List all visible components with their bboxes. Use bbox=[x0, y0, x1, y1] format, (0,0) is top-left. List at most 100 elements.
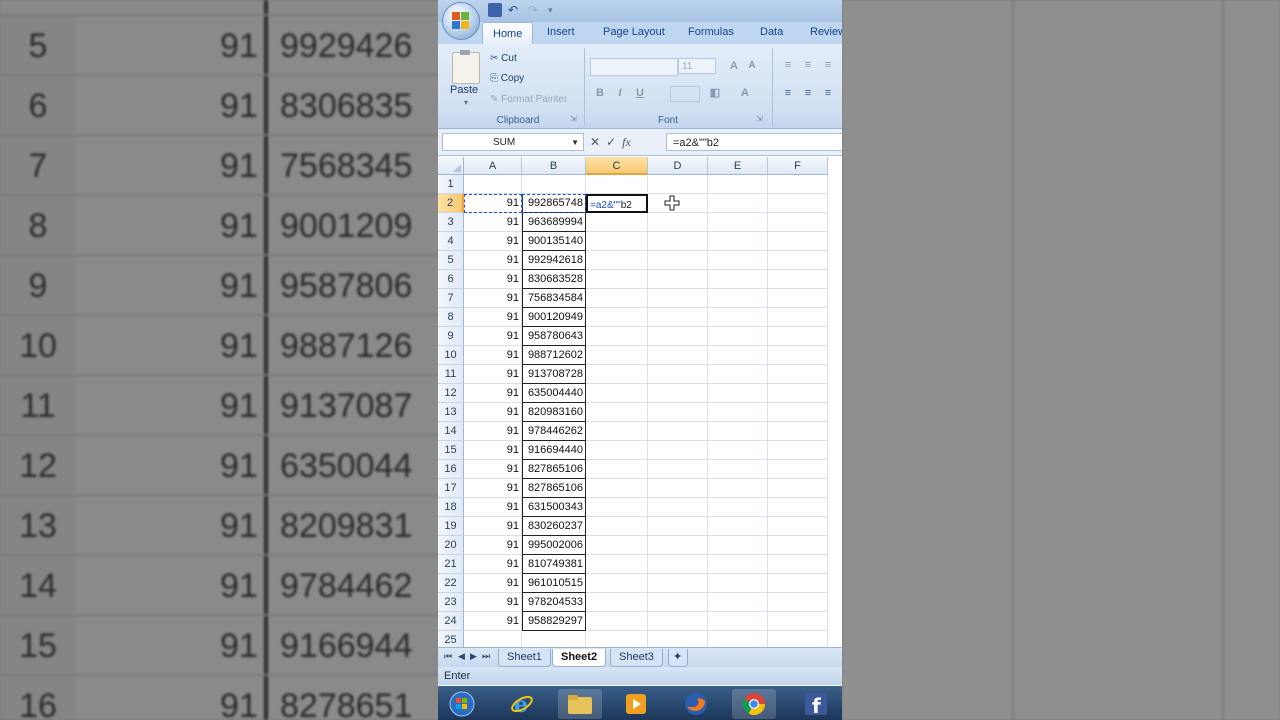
column-header-d[interactable]: D bbox=[648, 157, 708, 175]
cell-c[interactable] bbox=[586, 232, 648, 251]
row-header[interactable]: 17 bbox=[438, 479, 464, 498]
cancel-icon[interactable]: ✕ bbox=[590, 135, 600, 149]
cell-f[interactable] bbox=[768, 612, 828, 631]
format-painter-button[interactable]: ✎ Format Painter bbox=[490, 94, 567, 105]
cell-b[interactable] bbox=[522, 175, 586, 194]
cell-d[interactable] bbox=[648, 289, 708, 308]
cell-d[interactable] bbox=[648, 574, 708, 593]
row-header[interactable]: 2 bbox=[438, 194, 464, 213]
row-header[interactable]: 11 bbox=[438, 365, 464, 384]
cell-b[interactable]: 900120949 bbox=[522, 308, 586, 327]
row-header[interactable]: 24 bbox=[438, 612, 464, 631]
active-cell-c2[interactable]: =a2&""b2 bbox=[586, 194, 648, 213]
cell-b[interactable]: 820983160 bbox=[522, 403, 586, 422]
cell-c[interactable] bbox=[586, 574, 648, 593]
borders-icon[interactable] bbox=[670, 86, 700, 102]
select-all-corner[interactable] bbox=[438, 157, 464, 175]
cell-d[interactable] bbox=[648, 460, 708, 479]
cell-b[interactable]: 992942618 bbox=[522, 251, 586, 270]
cell-c[interactable] bbox=[586, 384, 648, 403]
column-header-e[interactable]: E bbox=[708, 157, 768, 175]
cell-d[interactable] bbox=[648, 441, 708, 460]
cell-e[interactable] bbox=[708, 441, 768, 460]
cell-f[interactable] bbox=[768, 517, 828, 536]
first-sheet-icon[interactable]: ⏮ bbox=[444, 651, 452, 662]
tab-home[interactable]: Home bbox=[482, 22, 534, 45]
row-header[interactable]: 23 bbox=[438, 593, 464, 612]
cell-c[interactable] bbox=[586, 308, 648, 327]
cell-a[interactable]: 91 bbox=[464, 327, 522, 346]
cell-b[interactable]: 958780643 bbox=[522, 327, 586, 346]
cell-b[interactable]: 913708728 bbox=[522, 365, 586, 384]
undo-icon[interactable]: ↶ bbox=[508, 3, 522, 17]
underline-button[interactable]: U bbox=[632, 86, 648, 100]
cell-c[interactable] bbox=[586, 555, 648, 574]
cell-b[interactable]: 995002006 bbox=[522, 536, 586, 555]
cell-c[interactable] bbox=[586, 517, 648, 536]
cell-b[interactable]: 916694440 bbox=[522, 441, 586, 460]
cell-c[interactable] bbox=[586, 327, 648, 346]
cell-a[interactable]: 91 bbox=[464, 517, 522, 536]
cell-e[interactable] bbox=[708, 555, 768, 574]
sheet-tab-sheet3[interactable]: Sheet3 bbox=[610, 649, 663, 667]
cell-d[interactable] bbox=[648, 479, 708, 498]
grow-font-icon[interactable]: A bbox=[726, 59, 742, 73]
column-header-a[interactable]: A bbox=[464, 157, 522, 175]
cell-a[interactable]: 91 bbox=[464, 460, 522, 479]
cell-e[interactable] bbox=[708, 403, 768, 422]
tab-data[interactable]: Data bbox=[760, 26, 783, 38]
cell-e[interactable] bbox=[708, 232, 768, 251]
row-header[interactable]: 20 bbox=[438, 536, 464, 555]
cell-b[interactable]: 756834584 bbox=[522, 289, 586, 308]
cell-e[interactable] bbox=[708, 175, 768, 194]
cell-d[interactable] bbox=[648, 232, 708, 251]
italic-button[interactable]: I bbox=[612, 86, 628, 100]
cell-f[interactable] bbox=[768, 232, 828, 251]
cell-e[interactable] bbox=[708, 327, 768, 346]
cell-d[interactable] bbox=[648, 517, 708, 536]
tab-review[interactable]: Review bbox=[810, 26, 842, 38]
cell-d[interactable] bbox=[648, 555, 708, 574]
row-header[interactable]: 7 bbox=[438, 289, 464, 308]
cell-a[interactable]: 91 bbox=[464, 270, 522, 289]
cell-f[interactable] bbox=[768, 555, 828, 574]
clipboard-launcher-icon[interactable]: ⇲ bbox=[570, 114, 577, 123]
insert-sheet-icon[interactable]: ✦ bbox=[668, 649, 688, 667]
cell-d[interactable] bbox=[648, 365, 708, 384]
formula-input[interactable]: =a2&""b2 bbox=[666, 133, 842, 151]
cell-c[interactable] bbox=[586, 479, 648, 498]
paste-dropdown-icon[interactable]: ▾ bbox=[464, 98, 468, 107]
sheet-tab-sheet2[interactable]: Sheet2 bbox=[552, 649, 607, 667]
cell-a[interactable] bbox=[464, 175, 522, 194]
next-sheet-icon[interactable]: ▶ bbox=[470, 651, 477, 662]
align-top-icon[interactable]: ≡ bbox=[780, 58, 796, 72]
cell-d[interactable] bbox=[648, 346, 708, 365]
column-header-c[interactable]: C bbox=[586, 157, 648, 175]
cell-b[interactable]: 988712602 bbox=[522, 346, 586, 365]
fill-color-icon[interactable]: ◧ bbox=[706, 86, 724, 100]
bold-button[interactable]: B bbox=[592, 86, 608, 100]
cell-b[interactable]: 961010515 bbox=[522, 574, 586, 593]
font-color-icon[interactable]: A bbox=[736, 86, 754, 100]
cell-e[interactable] bbox=[708, 517, 768, 536]
font-name-box[interactable] bbox=[590, 58, 678, 76]
facebook-icon[interactable]: f bbox=[794, 689, 838, 719]
cell-f[interactable] bbox=[768, 384, 828, 403]
cell-e[interactable] bbox=[708, 460, 768, 479]
cell-f[interactable] bbox=[768, 289, 828, 308]
align-right-icon[interactable]: ≡ bbox=[820, 86, 836, 100]
ie-icon[interactable]: e bbox=[500, 689, 544, 719]
name-box[interactable]: SUM ▼ bbox=[442, 133, 584, 151]
cell-a[interactable]: 91 bbox=[464, 251, 522, 270]
cell-d[interactable] bbox=[648, 308, 708, 327]
cell-a[interactable]: 91 bbox=[464, 213, 522, 232]
cell-f[interactable] bbox=[768, 498, 828, 517]
cell-b[interactable]: 631500343 bbox=[522, 498, 586, 517]
paste-icon[interactable] bbox=[452, 50, 480, 84]
cell-d[interactable] bbox=[648, 213, 708, 232]
cell-a[interactable]: 91 bbox=[464, 593, 522, 612]
last-sheet-icon[interactable]: ⏭ bbox=[482, 651, 490, 662]
cell-f[interactable] bbox=[768, 479, 828, 498]
cell-a[interactable]: 91 bbox=[464, 422, 522, 441]
firefox-icon[interactable] bbox=[674, 689, 718, 719]
